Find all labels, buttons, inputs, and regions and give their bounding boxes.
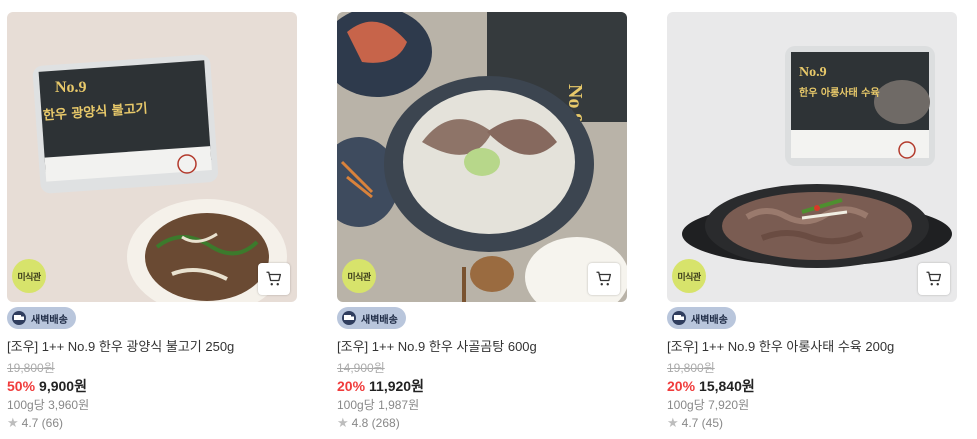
badge-label: 미식관 <box>347 271 371 282</box>
delivery-badge: 새벽배송 <box>7 307 76 329</box>
cart-icon <box>596 271 612 286</box>
delivery-label: 새벽배송 <box>361 314 398 326</box>
star-icon: ★ <box>7 415 19 430</box>
original-price: 19,800원 <box>7 361 55 375</box>
delivery-badge: 새벽배송 <box>337 307 406 329</box>
truck-icon <box>672 311 686 325</box>
badge-label: 미식관 <box>677 271 701 282</box>
product-card[interactable]: No.9 미식관 새벽배송 [조우] 1++ No.9 한우 사골곰탕 600g… <box>337 12 627 430</box>
discount-rate: 50% <box>7 378 36 394</box>
truck-icon <box>342 311 356 325</box>
product-image[interactable]: No.9 한우 광양식 불고기 미식관 <box>7 12 297 302</box>
star-icon: ★ <box>667 415 679 430</box>
badge-icon: 미식관 <box>342 259 376 293</box>
package-label: 한우 아롱사태 수육 <box>799 86 880 99</box>
unit-price: 100g당 7,920원 <box>667 398 750 412</box>
product-card[interactable]: No.9 한우 아롱사태 수육 미식관 새벽배송 [조우] 1++ No.9 한… <box>667 12 957 430</box>
sale-price: 11,920원 <box>369 378 424 394</box>
badge-label: 미식관 <box>17 271 41 282</box>
price-row: 50% 9,900원 <box>7 378 297 395</box>
discount-rate: 20% <box>337 378 366 394</box>
price-row: 20% 11,920원 <box>337 378 627 395</box>
rating: ★ 4.8 (268) <box>337 415 627 431</box>
add-to-cart-button[interactable] <box>258 263 290 295</box>
product-card[interactable]: No.9 한우 광양식 불고기 미식관 새벽배송 [조우] 1++ No.9 한… <box>7 12 297 430</box>
star-icon: ★ <box>337 415 349 430</box>
rating-value: 4.7 (45) <box>681 416 724 430</box>
add-to-cart-button[interactable] <box>588 263 620 295</box>
package-label: No.9 <box>799 65 827 80</box>
discount-rate: 20% <box>667 378 696 394</box>
delivery-badge: 새벽배송 <box>667 307 736 329</box>
sale-price: 9,900원 <box>39 378 87 394</box>
rating-value: 4.8 (268) <box>351 416 400 430</box>
product-image[interactable]: No.9 한우 아롱사태 수육 미식관 <box>667 12 957 302</box>
delivery-label: 새벽배송 <box>691 314 728 326</box>
add-to-cart-button[interactable] <box>918 263 950 295</box>
unit-price: 100g당 3,960원 <box>7 398 90 412</box>
sale-price: 15,840원 <box>699 378 755 394</box>
product-image[interactable]: No.9 미식관 <box>337 12 627 302</box>
rating-value: 4.7 (66) <box>21 416 64 430</box>
badge-icon: 미식관 <box>672 259 706 293</box>
original-price: 14,900원 <box>337 361 385 375</box>
price-row: 20% 15,840원 <box>667 378 957 395</box>
package-label: No.9 <box>55 79 87 96</box>
product-title[interactable]: [조우] 1++ No.9 한우 아롱사태 수육 200g <box>667 339 957 355</box>
product-title[interactable]: [조우] 1++ No.9 한우 광양식 불고기 250g <box>7 339 297 355</box>
truck-icon <box>12 311 26 325</box>
cart-icon <box>926 271 942 286</box>
product-title[interactable]: [조우] 1++ No.9 한우 사골곰탕 600g <box>337 339 627 355</box>
badge-icon: 미식관 <box>12 259 46 293</box>
delivery-label: 새벽배송 <box>31 314 68 326</box>
cart-icon <box>266 271 282 286</box>
original-price: 19,800원 <box>667 361 715 375</box>
rating: ★ 4.7 (66) <box>7 415 297 431</box>
unit-price: 100g당 1,987원 <box>337 398 420 412</box>
rating: ★ 4.7 (45) <box>667 415 957 431</box>
